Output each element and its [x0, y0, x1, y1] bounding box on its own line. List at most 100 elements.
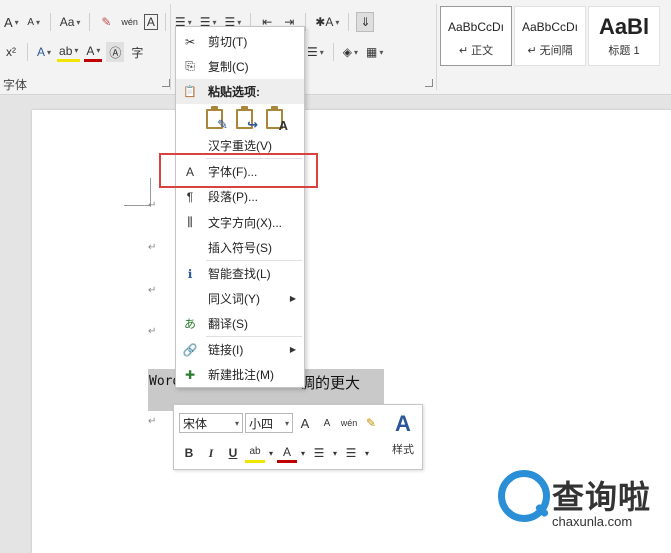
- submenu-arrow-icon: ▶: [289, 345, 296, 354]
- menu-item-text-direction[interactable]: ⫼ 文字方向(X)...: [176, 210, 304, 235]
- grow-font-icon[interactable]: A: [295, 413, 315, 433]
- menu-item-cut[interactable]: ✂ 剪切(T): [176, 29, 304, 54]
- numbering-button[interactable]: ☰: [341, 443, 361, 463]
- menu-item-label: 文字方向(X)...: [208, 216, 282, 230]
- menu-item-smart-lookup[interactable]: ℹ 智能查找(L): [176, 261, 304, 286]
- dropdown-arrow-icon[interactable]: ▾: [331, 443, 339, 463]
- clear-format-icon[interactable]: ✎: [97, 12, 115, 32]
- menu-item-translate[interactable]: あ 翻译(S): [176, 311, 304, 336]
- menu-item-label: 链接(I): [208, 343, 244, 357]
- change-case-button[interactable]: Aa: [58, 12, 83, 32]
- paste-keep-formatting-button[interactable]: ✎: [204, 106, 228, 132]
- style-heading-1[interactable]: AaBl 标题 1: [588, 6, 660, 66]
- group-divider: [170, 4, 171, 90]
- ribbon: A A Aa ✎ wén A ☰ ☰ ☰ ⇤ ⇥ ✱A ⇓ x² A ab A …: [0, 0, 671, 95]
- copy-icon: ⎘: [185, 59, 195, 73]
- dropdown-arrow-icon[interactable]: ▾: [363, 443, 371, 463]
- char-border-icon[interactable]: A: [143, 14, 158, 30]
- bold-button[interactable]: B: [179, 443, 199, 463]
- menu-header-paste-options: 📋 粘贴选项:: [176, 79, 304, 104]
- phonetic-guide-icon[interactable]: wén: [119, 12, 140, 32]
- italic-button[interactable]: I: [201, 443, 221, 463]
- ribbon-row-2: x² A ab A Ⓐ 字: [2, 42, 146, 62]
- enclose-char-icon[interactable]: 字: [128, 42, 146, 62]
- font-name-combo[interactable]: 宋体: [179, 413, 243, 433]
- font-group-label: 字体: [3, 78, 28, 92]
- menu-item-insert-symbol[interactable]: 插入符号(S): [176, 235, 304, 260]
- text-direction-icon: ⫼: [187, 215, 193, 229]
- ribbon-divider: [49, 13, 51, 31]
- format-painter-icon[interactable]: ✎: [361, 413, 381, 433]
- font-color-button[interactable]: A: [84, 42, 103, 62]
- ribbon-divider: [27, 43, 28, 61]
- phonetic-guide-icon[interactable]: wén: [339, 413, 359, 433]
- paste-text-only-button[interactable]: A: [264, 106, 288, 133]
- style-sample: AaBbCcDı: [447, 20, 505, 34]
- font-color-button[interactable]: A: [277, 443, 297, 463]
- menu-item-label: 新建批注(M): [208, 368, 274, 382]
- ribbon-divider: [332, 43, 334, 61]
- grow-font-button[interactable]: A: [2, 12, 21, 32]
- line-spacing-button[interactable]: ☰: [305, 42, 326, 62]
- font-item-highlight-box: [159, 153, 318, 188]
- context-menu: ✂ 剪切(T) ⎘ 复制(C) 📋 粘贴选项: ✎ ↪ A 汉字重选(V) A …: [175, 26, 305, 388]
- menu-item-new-comment[interactable]: ✚ 新建批注(M): [176, 362, 304, 387]
- borders-button[interactable]: ▦: [364, 42, 385, 62]
- paragraph-mark-icon: ↵: [148, 200, 157, 211]
- mini-toolbar-row-2: B I U ab ▾ A ▾ ☰ ▾ ☰ ▾: [179, 443, 371, 463]
- shrink-font-button[interactable]: A: [25, 12, 43, 32]
- style-name: ↵ 正文: [458, 45, 494, 57]
- styles-button[interactable]: A 样式: [386, 411, 420, 465]
- paragraph-icon: ¶: [186, 189, 194, 204]
- menu-item-label: 汉字重选(V): [208, 139, 272, 153]
- highlight-color-button[interactable]: ab: [57, 42, 81, 62]
- styles-gallery: AaBbCcDı ↵ 正文 AaBbCcDı ↵ 无间隔 AaBl 标题 1: [440, 6, 671, 68]
- menu-item-label: 智能查找(L): [208, 267, 271, 281]
- font-dialog-launcher-icon[interactable]: [162, 79, 170, 87]
- watermark-logo-icon: [498, 470, 550, 522]
- menu-header-label: 粘贴选项:: [208, 85, 260, 99]
- bullets-button[interactable]: ☰: [309, 443, 329, 463]
- menu-item-label: 同义词(Y): [208, 292, 260, 306]
- paragraph-dialog-launcher-icon[interactable]: [425, 79, 433, 87]
- styles-label: 样式: [392, 444, 414, 456]
- menu-item-label: 段落(P)...: [208, 190, 258, 204]
- menu-item-link[interactable]: 🔗 链接(I) ▶: [176, 337, 304, 362]
- style-name: 标题 1: [608, 45, 640, 57]
- style-normal[interactable]: AaBbCcDı ↵ 正文: [440, 6, 512, 66]
- superscript-icon[interactable]: x²: [2, 42, 20, 62]
- menu-item-label: 插入符号(S): [208, 241, 272, 255]
- style-sample: AaBbCcDı: [521, 20, 579, 34]
- selected-text: 调的更大: [300, 375, 361, 392]
- group-divider: [436, 4, 437, 90]
- watermark-title: 查询啦: [552, 479, 652, 515]
- highlight-color-button[interactable]: ab: [245, 443, 265, 463]
- underline-button[interactable]: U: [223, 443, 243, 463]
- menu-item-synonyms[interactable]: 同义词(Y) ▶: [176, 286, 304, 311]
- shrink-font-icon[interactable]: A: [317, 413, 337, 433]
- ribbon-divider: [164, 13, 166, 31]
- menu-item-label: 翻译(S): [208, 317, 248, 331]
- dropdown-arrow-icon[interactable]: ▾: [267, 443, 275, 463]
- paste-keep-formatting-icon: ✎: [217, 117, 228, 132]
- paste-text-only-icon: A: [278, 118, 288, 133]
- paste-merge-formatting-button[interactable]: ↪: [234, 106, 258, 132]
- ribbon-divider: [89, 13, 91, 31]
- chinese-layout-button[interactable]: ✱A: [313, 12, 341, 32]
- text-effects-button[interactable]: A: [35, 42, 53, 62]
- shading-button[interactable]: ◈: [341, 42, 360, 62]
- paste-options-row: ✎ ↪ A: [204, 106, 288, 133]
- font-size-combo[interactable]: 小四: [245, 413, 293, 433]
- style-no-spacing[interactable]: AaBbCcDı ↵ 无间隔: [514, 6, 586, 66]
- ribbon-divider: [305, 13, 307, 31]
- translate-icon: あ: [183, 317, 196, 331]
- paragraph-mark-icon: ↵: [148, 285, 157, 296]
- sort-icon[interactable]: ⇓: [356, 12, 375, 32]
- dropdown-arrow-icon[interactable]: ▾: [299, 443, 307, 463]
- menu-item-copy[interactable]: ⎘ 复制(C): [176, 54, 304, 79]
- scissors-icon: ✂: [184, 34, 196, 49]
- paragraph-mark-icon: ↵: [148, 326, 157, 337]
- mini-toolbar: 宋体 小四 A A wén ✎ B I U ab ▾ A ▾ ☰ ▾ ☰ ▾ A…: [173, 404, 423, 470]
- char-shading-icon[interactable]: Ⓐ: [106, 42, 125, 62]
- clipboard-icon: 📋: [183, 86, 197, 98]
